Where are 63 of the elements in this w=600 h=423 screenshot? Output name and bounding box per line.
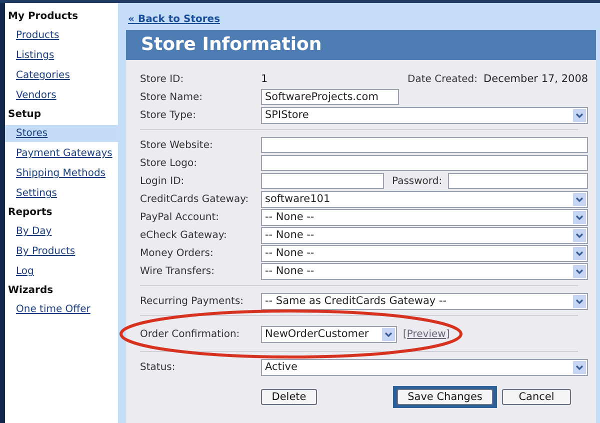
field-label: Store Website: xyxy=(140,140,214,150)
text-field[interactable] xyxy=(261,155,588,171)
field-label: Wire Transfers: xyxy=(140,266,216,276)
save-button[interactable]: Save Changes xyxy=(397,389,493,405)
sidebar-link[interactable]: Categories xyxy=(5,67,118,84)
caret-icon xyxy=(573,210,586,224)
sidebar-link[interactable]: By Products xyxy=(5,243,118,260)
dropdown[interactable]: -- None -- xyxy=(261,226,588,244)
field-label: Order Confirmation: xyxy=(140,328,241,340)
section-heading: Setup xyxy=(7,108,42,122)
sidebar-link[interactable]: Payment Gateways xyxy=(5,145,118,162)
password-field[interactable] xyxy=(448,173,588,189)
field-label: Store Logo: xyxy=(140,158,198,168)
caret-icon xyxy=(573,264,586,278)
field-label: CreditCards Gateway: xyxy=(140,194,250,204)
section-heading: Wizards xyxy=(7,284,54,298)
field-label: Store ID: xyxy=(140,74,185,84)
dropdown[interactable]: -- Same as CreditCards Gateway -- xyxy=(261,292,588,310)
dropdown[interactable]: NewOrderCustomer xyxy=(261,326,397,342)
sidebar-link[interactable]: Shipping Methods xyxy=(5,165,118,182)
field-label: Password: xyxy=(392,176,442,186)
section-heading: Reports xyxy=(7,206,54,220)
field-label: PayPal Account: xyxy=(140,212,220,222)
section-heading: My Products xyxy=(7,10,80,24)
dropdown[interactable]: -- None -- xyxy=(261,244,588,262)
sidebar-link[interactable]: Stores xyxy=(5,125,118,142)
form-button[interactable]: Cancel xyxy=(502,389,571,405)
field-label: Money Orders: xyxy=(140,248,214,258)
sidebar-link[interactable]: By Day xyxy=(5,223,118,240)
caret-icon xyxy=(573,108,586,122)
text-field[interactable]: SoftwareProjects.com xyxy=(261,89,399,105)
field-label: Date Created: xyxy=(408,74,478,84)
field-label: Store Name: xyxy=(140,92,204,102)
sidebar-link[interactable]: Vendors xyxy=(5,87,118,104)
form-button[interactable]: Delete xyxy=(261,389,317,405)
dropdown[interactable]: Active xyxy=(261,358,588,376)
sidebar-link[interactable]: Products xyxy=(5,27,118,44)
caret-icon xyxy=(573,294,586,308)
field-value: 1 xyxy=(261,73,268,85)
sidebar-link[interactable]: Settings xyxy=(5,185,118,202)
back-link[interactable]: « Back to Stores xyxy=(128,14,220,25)
field-label: Login ID: xyxy=(140,176,186,186)
field-label: Store Type: xyxy=(140,110,197,120)
field-value: December 17, 2008 xyxy=(484,73,588,85)
dropdown[interactable]: -- None -- xyxy=(261,262,588,280)
field-label: Recurring Payments: xyxy=(140,296,245,306)
page-title: Store Information xyxy=(126,30,596,60)
preview-link[interactable]: [Preview] xyxy=(403,328,450,340)
sidebar-link[interactable]: One time Offer xyxy=(5,301,118,318)
dropdown[interactable]: software101 xyxy=(261,190,588,208)
caret-icon xyxy=(573,360,586,374)
caret-icon xyxy=(573,228,586,242)
caret-icon xyxy=(382,328,395,340)
caret-icon xyxy=(573,246,586,260)
sidebar-link[interactable]: Log xyxy=(5,263,118,280)
field-label: eCheck Gateway: xyxy=(140,230,228,240)
dropdown[interactable]: -- None -- xyxy=(261,208,588,226)
field-label: Status: xyxy=(140,362,176,372)
dropdown[interactable]: SPIStore xyxy=(261,106,588,124)
sidebar-link[interactable]: Listings xyxy=(5,47,118,64)
caret-icon xyxy=(573,192,586,206)
text-field[interactable] xyxy=(261,137,588,153)
text-field[interactable] xyxy=(261,173,384,189)
